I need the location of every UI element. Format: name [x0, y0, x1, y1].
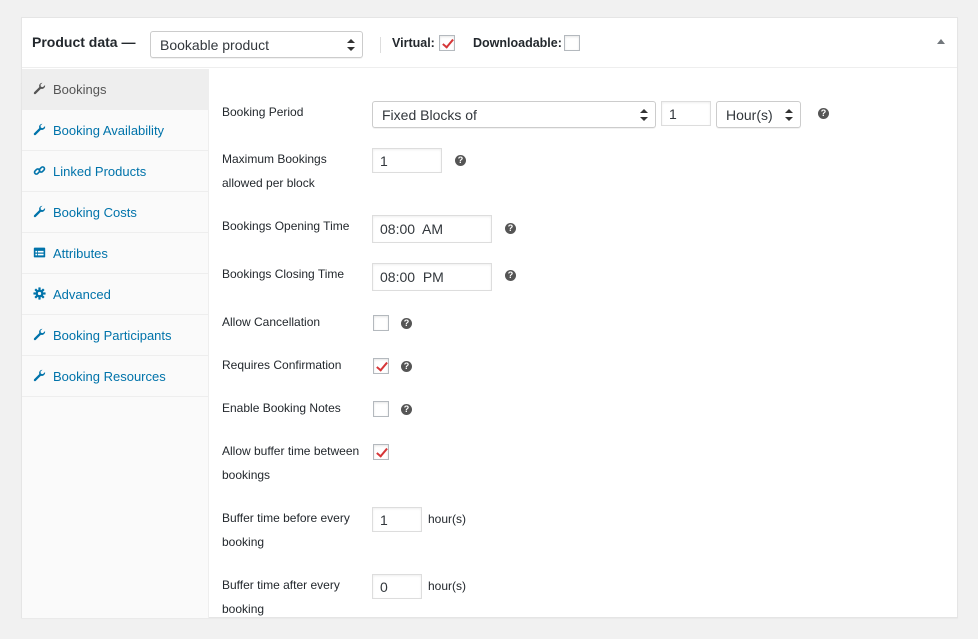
product-type-select[interactable]: Bookable product [150, 31, 363, 58]
tab-booking-costs[interactable]: Booking Costs [22, 192, 208, 233]
wrench-icon [32, 82, 46, 96]
tab-booking-participants[interactable]: Booking Participants [22, 315, 208, 356]
collapse-toggle-icon[interactable] [937, 39, 945, 44]
virtual-label: Virtual: [392, 36, 435, 50]
buffer-after-unit: hour(s) [428, 579, 467, 593]
opening-time-label: Bookings Opening Time [222, 219, 350, 233]
closing-time-label: Bookings Closing Time [222, 267, 345, 281]
list-icon [32, 246, 46, 260]
select-arrows-icon [347, 38, 355, 51]
wrench-icon [32, 369, 46, 383]
max-bookings-input[interactable]: 1 [372, 148, 442, 173]
buffer-before-input[interactable]: 1 [372, 507, 422, 532]
bookings-panel: Booking Period Fixed Blocks of 1 Hour(s)… [210, 69, 958, 618]
max-bookings-label: Maximum Bookings allowed per block [222, 152, 327, 190]
tab-label: Booking Availability [53, 123, 165, 138]
requires-confirmation-label: Requires Confirmation [222, 358, 342, 372]
buffer-after-label: Buffer time after every booking [222, 578, 340, 616]
booking-notes-checkbox[interactable] [373, 401, 389, 417]
buffer-after-input[interactable]: 0 [372, 574, 422, 599]
booking-period-label: Booking Period [222, 105, 304, 119]
tab-label: Booking Costs [53, 205, 137, 220]
buffer-before-label: Buffer time before every booking [222, 511, 350, 549]
select-arrows-icon [785, 108, 793, 121]
requires-confirmation-checkbox[interactable] [373, 358, 389, 374]
tab-label: Bookings [53, 82, 107, 97]
downloadable-label: Downloadable: [473, 36, 562, 50]
help-icon[interactable]: ? [401, 361, 412, 372]
closing-time-input[interactable]: 08:00 PM [372, 263, 492, 291]
booking-period-quantity-input[interactable]: 1 [661, 101, 711, 126]
buffer-time-label: Allow buffer time between bookings [222, 444, 360, 482]
product-data-header: Product data — Bookable product Virtual:… [22, 18, 957, 68]
tab-advanced[interactable]: Advanced [22, 274, 208, 315]
product-data-box: Product data — Bookable product Virtual:… [21, 17, 958, 618]
link-icon [32, 164, 46, 178]
tab-linked-products[interactable]: Linked Products [22, 151, 208, 192]
tab-label: Advanced [53, 287, 111, 302]
virtual-checkbox[interactable] [439, 35, 455, 51]
wrench-icon [32, 123, 46, 137]
booking-period-mode-select[interactable]: Fixed Blocks of [372, 101, 656, 128]
tab-booking-availability[interactable]: Booking Availability [22, 110, 208, 151]
wrench-icon [32, 205, 46, 219]
downloadable-checkbox[interactable] [564, 35, 580, 51]
buffer-time-checkbox[interactable] [373, 444, 389, 460]
booking-period-unit-select[interactable]: Hour(s) [716, 101, 801, 128]
product-data-title: Product data — [32, 34, 136, 50]
wrench-icon [32, 328, 46, 342]
tab-label: Booking Resources [53, 369, 166, 384]
help-icon[interactable]: ? [505, 270, 516, 281]
help-icon[interactable]: ? [401, 404, 412, 415]
select-arrows-icon [640, 108, 648, 121]
help-icon[interactable]: ? [818, 108, 829, 119]
buffer-before-unit: hour(s) [428, 512, 467, 526]
gear-icon [32, 287, 46, 301]
tab-label: Booking Participants [53, 328, 172, 343]
tab-label: Attributes [53, 246, 108, 261]
product-data-tabs: Bookings Booking Availability Linked Pro… [22, 69, 209, 618]
opening-time-input[interactable]: 08:00 AM [372, 215, 492, 243]
help-icon[interactable]: ? [505, 223, 516, 234]
tab-booking-resources[interactable]: Booking Resources [22, 356, 208, 397]
tab-label: Linked Products [53, 164, 147, 179]
help-icon[interactable]: ? [455, 155, 466, 166]
allow-cancellation-checkbox[interactable] [373, 315, 389, 331]
divider [380, 37, 381, 53]
tab-bookings[interactable]: Bookings [22, 69, 208, 110]
allow-cancellation-label: Allow Cancellation [222, 315, 321, 329]
tab-attributes[interactable]: Attributes [22, 233, 208, 274]
booking-notes-label: Enable Booking Notes [222, 401, 341, 415]
help-icon[interactable]: ? [401, 318, 412, 329]
